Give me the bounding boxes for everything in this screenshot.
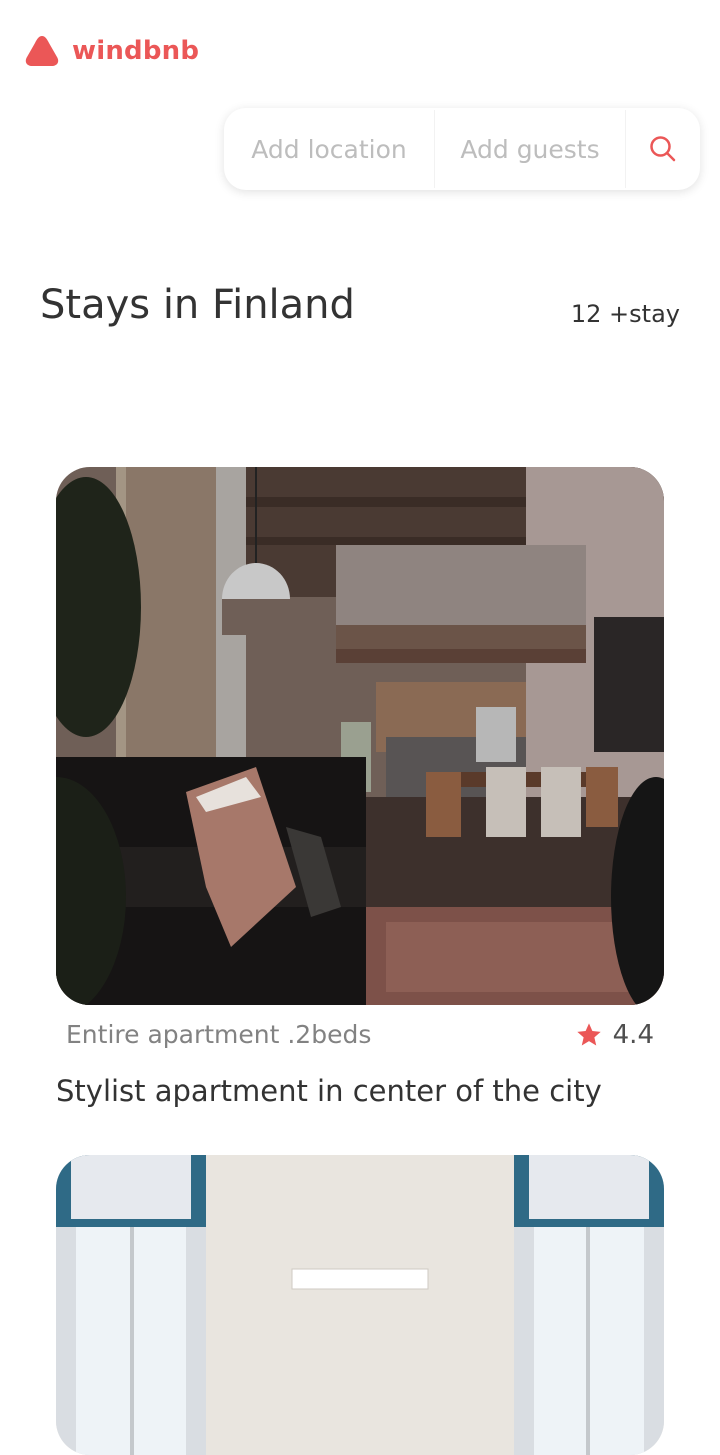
stay-photo[interactable]: [56, 467, 664, 1005]
search-icon: [650, 136, 676, 162]
guests-input[interactable]: Add guests: [435, 108, 625, 190]
page-title: Stays in Finland: [40, 282, 355, 328]
logo[interactable]: windbnb: [24, 34, 199, 68]
stay-photo[interactable]: [56, 1155, 664, 1455]
stay-count: 12 +stay: [570, 300, 680, 328]
logo-icon: [25, 36, 59, 66]
room-photo: [56, 1155, 664, 1455]
rating-value: 4.4: [612, 1020, 654, 1050]
stay-type: Entire apartment .2beds: [66, 1020, 372, 1049]
location-input[interactable]: Add location: [224, 108, 434, 190]
search-button[interactable]: [626, 108, 700, 190]
star-icon: [576, 1023, 601, 1046]
logo-text: windbnb: [72, 36, 200, 66]
stay-title[interactable]: Stylist apartment in center of the city: [56, 1074, 602, 1108]
apartment-photo: [56, 467, 664, 1005]
stay-rating: 4.4: [575, 1020, 654, 1050]
search-bar: Add location Add guests: [224, 108, 700, 190]
